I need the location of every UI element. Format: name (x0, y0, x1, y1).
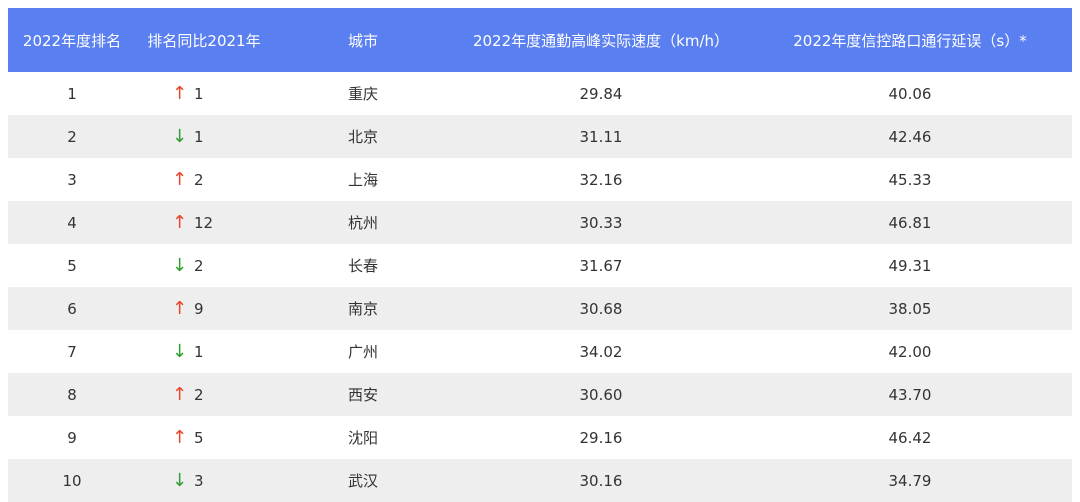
arrow-up-icon: ↑ (172, 297, 188, 319)
table-row: 3 ↑ 2 上海 32.16 45.33 (8, 158, 1072, 201)
change-value: 2 (194, 170, 204, 189)
table-row: 6 ↑ 9 南京 30.68 38.05 (8, 287, 1072, 330)
rank-cell: 3 (67, 170, 77, 189)
header-rank: 2022年度排名 (8, 8, 136, 72)
table-row: 5 ↓ 2 长春 31.67 49.31 (8, 244, 1072, 287)
header-row: 2022年度排名 排名同比2021年 城市 2022年度通勤高峰实际速度（km/… (8, 8, 1072, 72)
rank-change: ↑ 9 (172, 297, 236, 319)
change-value: 12 (194, 213, 214, 232)
arrow-up-icon: ↑ (172, 383, 188, 405)
change-cell: ↑ 2 (136, 373, 272, 416)
city-cell: 北京 (272, 115, 454, 158)
change-cell: ↓ 1 (136, 115, 272, 158)
speed-cell: 29.16 (579, 428, 623, 447)
change-cell: ↑ 1 (136, 72, 272, 115)
arrow-down-icon: ↓ (172, 125, 188, 147)
rank-cell: 4 (8, 201, 136, 244)
table-row: 8 ↑ 2 西安 30.60 43.70 (8, 373, 1072, 416)
speed-cell: 31.67 (579, 256, 623, 275)
change-value: 3 (194, 471, 204, 490)
speed-cell: 30.60 (454, 373, 748, 416)
city-cell: 长春 (347, 257, 378, 275)
city-cell: 南京 (272, 287, 454, 330)
city-cell: 沈阳 (347, 429, 378, 447)
ranking-table: 2022年度排名 排名同比2021年 城市 2022年度通勤高峰实际速度（km/… (8, 8, 1072, 502)
table-row: 2 ↓ 1 北京 31.11 42.46 (8, 115, 1072, 158)
rank-change: ↑ 2 (172, 383, 236, 405)
change-value: 2 (194, 256, 204, 275)
arrow-down-icon: ↓ (172, 254, 188, 276)
rank-cell: 9 (67, 428, 77, 447)
arrow-up-icon: ↑ (172, 426, 188, 448)
change-cell: ↑ 9 (136, 287, 272, 330)
delay-cell: 42.46 (748, 115, 1072, 158)
arrow-up-icon: ↑ (172, 168, 188, 190)
speed-cell: 30.68 (454, 287, 748, 330)
rank-change: ↓ 2 (172, 254, 236, 276)
rank-change: ↑ 12 (172, 211, 236, 233)
change-cell: ↑ 12 (136, 201, 272, 244)
header-city: 城市 (272, 8, 454, 72)
rank-cell: 7 (67, 342, 77, 361)
header-rank-label: 2022年度排名 (22, 31, 122, 50)
change-value: 9 (194, 299, 204, 318)
change-value: 2 (194, 385, 204, 404)
delay-cell: 46.81 (748, 201, 1072, 244)
city-cell: 西安 (272, 373, 454, 416)
header-delay-label: 2022年度信控路口通行延误（s）* (793, 31, 1027, 50)
header-city-label: 城市 (347, 31, 378, 50)
change-cell: ↑ 2 (136, 158, 272, 201)
speed-cell: 29.84 (579, 84, 623, 103)
rank-cell: 1 (67, 84, 77, 103)
speed-cell: 30.33 (454, 201, 748, 244)
rank-change: ↑ 5 (172, 426, 236, 448)
change-value: 5 (194, 428, 204, 447)
change-value: 1 (194, 127, 204, 146)
delay-cell: 46.42 (888, 428, 932, 447)
rank-cell: 6 (8, 287, 136, 330)
table-row: 7 ↓ 1 广州 34.02 42.00 (8, 330, 1072, 373)
change-value: 1 (194, 342, 204, 361)
city-cell: 杭州 (272, 201, 454, 244)
city-cell: 上海 (347, 171, 378, 189)
delay-cell: 38.05 (748, 287, 1072, 330)
speed-cell: 34.02 (579, 342, 623, 361)
table-row: 9 ↑ 5 沈阳 29.16 46.42 (8, 416, 1072, 459)
speed-cell: 32.16 (579, 170, 623, 189)
rank-cell: 5 (67, 256, 77, 275)
delay-cell: 43.70 (748, 373, 1072, 416)
rank-cell: 2 (8, 115, 136, 158)
header-speed-label: 2022年度通勤高峰实际速度（km/h） (472, 31, 730, 50)
arrow-down-icon: ↓ (172, 340, 188, 362)
header-delay: 2022年度信控路口通行延误（s）* (748, 8, 1072, 72)
city-cell: 广州 (347, 343, 378, 361)
rank-change: ↑ 1 (172, 82, 236, 104)
change-value: 1 (194, 84, 204, 103)
rank-change: ↓ 3 (172, 469, 236, 491)
delay-cell: 42.00 (888, 342, 932, 361)
delay-cell: 45.33 (888, 170, 932, 189)
change-cell: ↓ 2 (136, 244, 272, 287)
delay-cell: 49.31 (888, 256, 932, 275)
change-cell: ↑ 5 (136, 416, 272, 459)
rank-change: ↑ 2 (172, 168, 236, 190)
change-cell: ↓ 1 (136, 330, 272, 373)
table-row: 1 ↑ 1 重庆 29.84 40.06 (8, 72, 1072, 115)
delay-cell: 40.06 (888, 84, 932, 103)
header-change: 排名同比2021年 (136, 8, 272, 72)
arrow-down-icon: ↓ (172, 469, 188, 491)
rank-cell: 8 (8, 373, 136, 416)
table-row: 4 ↑ 12 杭州 30.33 46.81 (8, 201, 1072, 244)
header-change-label: 排名同比2021年 (147, 31, 261, 50)
rank-change: ↓ 1 (172, 125, 236, 147)
speed-cell: 31.11 (454, 115, 748, 158)
table-body: 1 ↑ 1 重庆 29.84 40.06 2 ↓ 1 北京 31.11 42.46 3 ↑ 2 上海 32.16… (8, 72, 1072, 502)
header-speed: 2022年度通勤高峰实际速度（km/h） (454, 8, 748, 72)
arrow-up-icon: ↑ (172, 82, 188, 104)
arrow-up-icon: ↑ (172, 211, 188, 233)
rank-change: ↓ 1 (172, 340, 236, 362)
city-cell: 重庆 (347, 85, 378, 103)
